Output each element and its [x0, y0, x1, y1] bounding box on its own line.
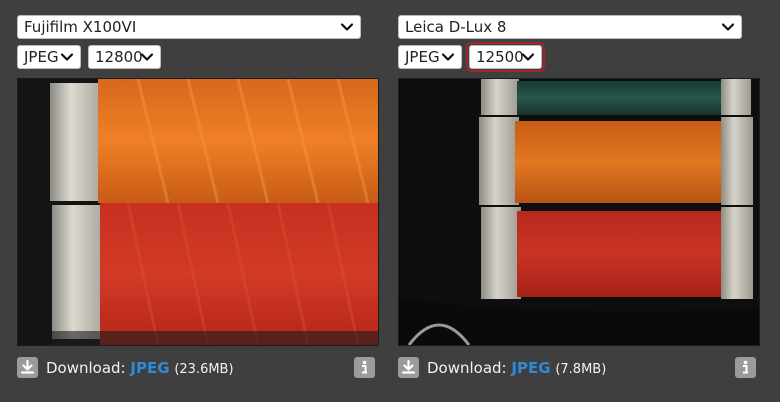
download-label: Download: [427, 359, 507, 377]
download-bar-right: Download: JPEG (7.8MB) [398, 357, 756, 380]
download-icon[interactable] [17, 357, 38, 378]
iso-select-left-value: 12800 [95, 48, 143, 66]
format-select-left[interactable]: JPEG [17, 45, 81, 69]
camera-select-left[interactable]: Fujifilm X100VI [17, 15, 361, 39]
iso-select-right-value: 12500 [476, 48, 524, 66]
info-icon[interactable] [735, 357, 756, 378]
chevron-down-icon [60, 50, 74, 64]
download-link-jpeg[interactable]: JPEG [130, 359, 169, 377]
download-label: Download: [46, 359, 126, 377]
sample-image-right[interactable] [398, 78, 760, 346]
chevron-down-icon [441, 50, 455, 64]
format-select-right[interactable]: JPEG [398, 45, 462, 69]
format-select-right-value: JPEG [405, 48, 440, 66]
chevron-down-icon [721, 20, 735, 34]
iso-select-right[interactable]: 12500 [466, 42, 545, 72]
download-text-right: Download: JPEG (7.8MB) [427, 358, 606, 380]
download-icon[interactable] [398, 357, 419, 378]
chevron-down-icon [340, 20, 354, 34]
camera-select-right-value: Leica D-Lux 8 [405, 18, 507, 36]
download-size: (7.8MB) [555, 362, 607, 377]
download-size: (23.6MB) [174, 362, 234, 377]
info-icon[interactable] [354, 357, 375, 378]
download-bar-left: Download: JPEG (23.6MB) [17, 357, 375, 380]
chevron-down-icon [140, 50, 154, 64]
left-comparison-panel: Fujifilm X100VI JPEG 12800 Download: JPE… [17, 0, 379, 402]
download-link-jpeg[interactable]: JPEG [511, 359, 550, 377]
format-select-left-value: JPEG [24, 48, 59, 66]
right-comparison-panel: Leica D-Lux 8 JPEG 12500 Download: JPEG … [398, 0, 760, 402]
chevron-down-icon [521, 50, 535, 64]
camera-select-right[interactable]: Leica D-Lux 8 [398, 15, 742, 39]
iso-select-left[interactable]: 12800 [88, 45, 161, 69]
camera-select-left-value: Fujifilm X100VI [24, 18, 137, 36]
sample-image-left[interactable] [17, 78, 379, 346]
download-text-left: Download: JPEG (23.6MB) [46, 358, 234, 380]
